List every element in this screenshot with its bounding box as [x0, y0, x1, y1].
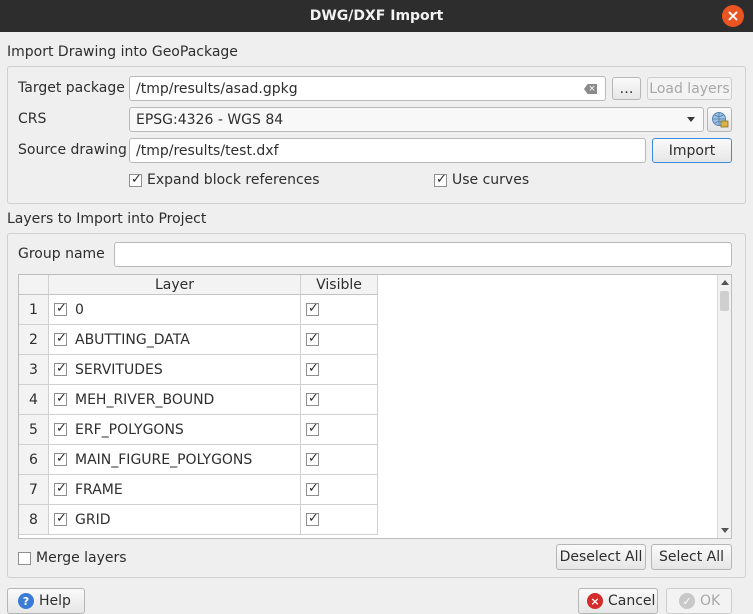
source-drawing-label: Source drawing	[18, 142, 127, 158]
layer-checkbox[interactable]	[54, 421, 67, 436]
visible-checkbox[interactable]	[306, 391, 319, 406]
group-name-label: Group name	[18, 246, 105, 262]
cancel-icon: ×	[587, 593, 603, 609]
visible-checkbox[interactable]	[306, 361, 319, 376]
globe-icon	[711, 111, 728, 127]
visible-cell[interactable]	[301, 505, 378, 535]
target-package-value: /tmp/results/asad.gpkg	[136, 80, 298, 97]
chevron-down-icon	[687, 117, 695, 122]
layer-name: ABUTTING_DATA	[75, 331, 190, 348]
column-header-visible[interactable]: Visible	[301, 275, 378, 295]
vertical-scrollbar[interactable]	[717, 275, 731, 538]
layer-name: FRAME	[75, 481, 123, 498]
layer-checkbox[interactable]	[54, 301, 67, 316]
visible-cell[interactable]	[301, 325, 378, 355]
crs-label: CRS	[18, 111, 47, 127]
layer-cell[interactable]: MAIN_FIGURE_POLYGONS	[49, 445, 301, 475]
visible-checkbox[interactable]	[306, 451, 319, 466]
use-curves-checkbox[interactable]: Use curves	[434, 172, 529, 188]
group-name-field[interactable]	[114, 242, 732, 267]
layer-cell[interactable]: ABUTTING_DATA	[49, 325, 301, 355]
row-number[interactable]: 5	[19, 415, 49, 445]
layer-checkbox[interactable]	[54, 361, 67, 376]
row-number[interactable]: 7	[19, 475, 49, 505]
ok-button[interactable]: ✓ OK	[666, 588, 732, 614]
layer-checkbox[interactable]	[54, 391, 67, 406]
target-package-label: Target package	[18, 80, 125, 96]
use-curves-label: Use curves	[452, 172, 530, 188]
column-header-layer[interactable]: Layer	[49, 275, 301, 295]
merge-layers-label: Merge layers	[36, 550, 127, 566]
select-all-button[interactable]: Select All	[651, 544, 732, 570]
layers-group-title: Layers to Import into Project	[7, 211, 207, 227]
visible-cell[interactable]	[301, 445, 378, 475]
source-drawing-value: /tmp/results/test.dxf	[136, 142, 279, 159]
help-icon: ?	[18, 593, 34, 609]
visible-cell[interactable]	[301, 355, 378, 385]
layer-cell[interactable]: 0	[49, 295, 301, 325]
crs-selector-button[interactable]	[707, 107, 732, 132]
layer-cell[interactable]: FRAME	[49, 475, 301, 505]
visible-cell[interactable]	[301, 385, 378, 415]
checkbox-box[interactable]	[434, 172, 447, 187]
layer-checkbox[interactable]	[54, 331, 67, 346]
visible-checkbox[interactable]	[306, 331, 319, 346]
layer-name: GRID	[75, 511, 111, 528]
import-button[interactable]: Import	[652, 138, 732, 163]
row-number[interactable]: 8	[19, 505, 49, 535]
title-bar: DWG/DXF Import ×	[0, 0, 753, 32]
layer-cell[interactable]: SERVITUDES	[49, 355, 301, 385]
help-label: Help	[39, 593, 71, 609]
expand-block-checkbox[interactable]: Expand block references	[129, 172, 320, 188]
close-icon[interactable]: ×	[722, 5, 744, 27]
ok-label: OK	[700, 593, 721, 609]
help-button[interactable]: ? Help	[7, 588, 85, 614]
visible-checkbox[interactable]	[306, 481, 319, 496]
crs-dropdown[interactable]: EPSG:4326 - WGS 84	[129, 107, 704, 132]
layer-name: MAIN_FIGURE_POLYGONS	[75, 451, 253, 468]
deselect-all-button[interactable]: Deselect All	[556, 544, 646, 570]
target-package-field[interactable]: /tmp/results/asad.gpkg ×	[129, 76, 606, 101]
layer-checkbox[interactable]	[54, 481, 67, 496]
scroll-down-icon[interactable]	[721, 528, 729, 533]
import-group-title: Import Drawing into GeoPackage	[7, 44, 238, 60]
crs-value: EPSG:4326 - WGS 84	[136, 111, 284, 128]
window-title: DWG/DXF Import	[309, 8, 444, 24]
row-number[interactable]: 3	[19, 355, 49, 385]
visible-cell[interactable]	[301, 295, 378, 325]
corner-header	[19, 275, 49, 295]
layer-cell[interactable]: GRID	[49, 505, 301, 535]
source-drawing-field[interactable]: /tmp/results/test.dxf	[129, 138, 646, 163]
visible-checkbox[interactable]	[306, 301, 319, 316]
layer-name: 0	[75, 301, 84, 318]
layer-name: ERF_POLYGONS	[75, 421, 184, 438]
row-number[interactable]: 4	[19, 385, 49, 415]
row-number[interactable]: 6	[19, 445, 49, 475]
checkbox-box[interactable]	[129, 172, 142, 187]
visible-cell[interactable]	[301, 475, 378, 505]
visible-checkbox[interactable]	[306, 421, 319, 436]
layer-checkbox[interactable]	[54, 511, 67, 526]
row-number[interactable]: 2	[19, 325, 49, 355]
visible-checkbox[interactable]	[306, 511, 319, 526]
layer-checkbox[interactable]	[54, 451, 67, 466]
cancel-label: Cancel	[608, 593, 656, 609]
merge-layers-checkbox[interactable]: Merge layers	[18, 550, 127, 566]
layers-table[interactable]: Layer Visible 1 0 2 ABUTTING_DATA 3 SERVITUDE…	[18, 274, 732, 539]
layer-cell[interactable]: ERF_POLYGONS	[49, 415, 301, 445]
checkbox-box[interactable]	[18, 551, 31, 565]
visible-cell[interactable]	[301, 415, 378, 445]
ok-icon: ✓	[679, 593, 695, 609]
load-layers-button[interactable]: Load layers	[647, 77, 732, 100]
clear-text-icon[interactable]: ×	[584, 84, 597, 94]
layer-name: MEH_RIVER_BOUND	[75, 391, 215, 408]
browse-button[interactable]: …	[612, 77, 641, 100]
scroll-thumb[interactable]	[720, 291, 729, 311]
row-number[interactable]: 1	[19, 295, 49, 325]
expand-block-label: Expand block references	[147, 172, 320, 188]
cancel-button[interactable]: × Cancel	[578, 588, 658, 614]
scroll-up-icon[interactable]	[721, 280, 729, 285]
layer-name: SERVITUDES	[75, 361, 163, 378]
layer-cell[interactable]: MEH_RIVER_BOUND	[49, 385, 301, 415]
